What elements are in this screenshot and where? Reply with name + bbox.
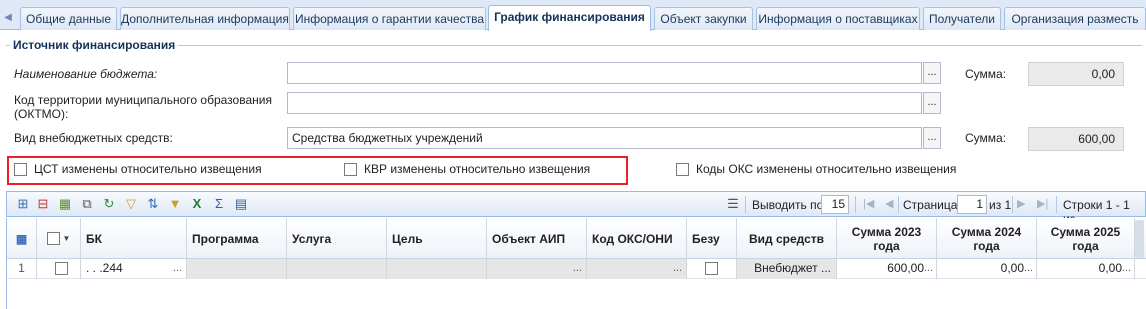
oktmo-label: Код территории муниципального образовани… bbox=[14, 93, 272, 121]
sort-icon[interactable]: ⇅ bbox=[145, 196, 161, 212]
col-free[interactable]: Безу bbox=[687, 218, 737, 259]
delete-row-icon[interactable]: ⊟ bbox=[35, 196, 51, 212]
service-cell bbox=[287, 259, 387, 279]
bk-value: . . .244 bbox=[86, 261, 123, 275]
sum-2023-value: 600,00 bbox=[887, 261, 924, 275]
oks-changed-checkbox[interactable] bbox=[676, 163, 689, 176]
refresh-icon[interactable]: ↻ bbox=[101, 196, 117, 212]
last-page-icon[interactable]: ▶| bbox=[1037, 197, 1048, 210]
tab-placement-org[interactable]: Организация разместь bbox=[1004, 7, 1146, 30]
col-service[interactable]: Услуга bbox=[287, 218, 387, 259]
page-label: Страница bbox=[903, 198, 958, 212]
output-label: Выводить по bbox=[752, 198, 824, 212]
grid-toolbar: ⊞ ⊟ ▦ ⧉ ↻ ▽ ⇅ ▼ X Σ ▤ ☰ Выводить по 15 |… bbox=[6, 191, 1146, 226]
insert-table-icon[interactable]: ▦ bbox=[57, 196, 73, 212]
toolbar-separator bbox=[1012, 196, 1013, 213]
table-row[interactable]: 1 . . .244 ... ... ... Внебюджет ... 600… bbox=[6, 259, 1146, 279]
copy-icon[interactable]: ⧉ bbox=[79, 196, 95, 212]
sum-2024-cell[interactable]: 0,00 ... bbox=[937, 259, 1037, 279]
col-program[interactable]: Программа bbox=[187, 218, 287, 259]
toolbar-separator bbox=[1056, 196, 1057, 213]
bk-select-button[interactable]: ... bbox=[173, 259, 182, 278]
row-checkbox[interactable] bbox=[55, 262, 68, 275]
extra-funds-label: Вид внебюджетных средств: bbox=[14, 131, 173, 145]
sum-2023-cell[interactable]: 600,00 ... bbox=[837, 259, 937, 279]
sum-2025-value: 0,00 bbox=[1098, 261, 1122, 275]
row-number: 1 bbox=[7, 259, 37, 279]
budget-name-select-button[interactable]: ... bbox=[923, 62, 941, 84]
sum-value-2: 600,00 bbox=[1028, 127, 1124, 151]
columns-menu-icon[interactable]: ▦ bbox=[7, 218, 37, 259]
toolbar-separator bbox=[855, 196, 856, 213]
page-size-icon: ☰ bbox=[727, 196, 739, 211]
extra-funds-input[interactable]: Средства бюджетных учреждений bbox=[287, 127, 922, 149]
extra-funds-select-button[interactable]: ... bbox=[923, 127, 941, 149]
next-page-icon[interactable]: ▶ bbox=[1017, 197, 1025, 210]
add-row-icon[interactable]: ⊞ bbox=[15, 196, 31, 212]
grid-body bbox=[6, 279, 1146, 309]
free-checkbox[interactable] bbox=[705, 262, 718, 275]
select-all-checkbox[interactable] bbox=[46, 232, 60, 245]
page-count: из 1 bbox=[989, 198, 1012, 212]
table-settings-icon[interactable]: ▤ bbox=[233, 196, 249, 212]
budget-name-label: Наименование бюджета: bbox=[14, 67, 158, 81]
oktmo-select-button[interactable]: ... bbox=[923, 92, 941, 114]
sum-icon[interactable]: Σ bbox=[211, 196, 227, 212]
oktmo-input[interactable] bbox=[287, 92, 922, 114]
col-sum-2024[interactable]: Сумма 2024 года bbox=[937, 218, 1037, 259]
sum-2025-cell[interactable]: 0,00 ... bbox=[1037, 259, 1135, 279]
tab-bar: ◀ Общие данные Дополнительная информация… bbox=[0, 0, 1146, 31]
sum-2025-button[interactable]: ... bbox=[1122, 259, 1131, 278]
oks-select-button[interactable]: ... bbox=[673, 259, 682, 278]
tab-quality-guarantee[interactable]: Информация о гарантии качества bbox=[293, 7, 486, 30]
toolbar-separator bbox=[745, 196, 746, 213]
first-page-icon[interactable]: |◀ bbox=[863, 197, 874, 210]
sum-label-2: Сумма: bbox=[965, 131, 1007, 145]
tab-additional-info[interactable]: Дополнительная информация bbox=[120, 7, 290, 30]
vertical-scrollbar[interactable] bbox=[1135, 220, 1144, 258]
toolbar-separator bbox=[898, 196, 899, 213]
program-cell bbox=[187, 259, 287, 279]
grid-header: ▦ ▼ БК Программа Услуга Цель Объект АИП … bbox=[6, 218, 1146, 259]
sum-2024-value: 0,00 bbox=[1000, 261, 1024, 275]
col-sum-2023[interactable]: Сумма 2023 года bbox=[837, 218, 937, 259]
tab-supplier-info[interactable]: Информация о поставщиках bbox=[756, 7, 920, 30]
excel-export-icon[interactable]: X bbox=[189, 196, 205, 212]
row-select-cell[interactable] bbox=[37, 259, 81, 279]
goal-cell bbox=[387, 259, 487, 279]
sum-value-1: 0,00 bbox=[1028, 62, 1124, 86]
filter-icon[interactable]: ▽ bbox=[123, 196, 139, 212]
sum-2024-button[interactable]: ... bbox=[1024, 259, 1033, 278]
sum-label-1: Сумма: bbox=[965, 67, 1007, 81]
col-goal[interactable]: Цель bbox=[387, 218, 487, 259]
fund-type-cell[interactable]: Внебюджет ... bbox=[737, 259, 837, 279]
aip-select-button[interactable]: ... bbox=[573, 259, 582, 278]
col-fund-type[interactable]: Вид средств bbox=[737, 218, 837, 259]
funding-source-legend: Источник финансирования bbox=[10, 38, 179, 52]
chevron-down-icon[interactable]: ▼ bbox=[63, 232, 71, 246]
tab-procurement-object[interactable]: Объект закупки bbox=[654, 7, 753, 30]
clear-filter-icon[interactable]: ▼ bbox=[167, 196, 183, 212]
oks-changed-label: Коды ОКС изменены относительно извещения bbox=[696, 162, 957, 176]
col-aip-object[interactable]: Объект АИП bbox=[487, 218, 587, 259]
tab-recipients[interactable]: Получатели bbox=[923, 7, 1001, 30]
sum-2023-button[interactable]: ... bbox=[924, 259, 933, 278]
tab-financing-schedule[interactable]: График финансирования bbox=[488, 5, 651, 31]
page-number-input[interactable]: 1 bbox=[957, 195, 987, 214]
highlight-box bbox=[7, 156, 628, 185]
col-bk[interactable]: БК bbox=[81, 218, 187, 259]
free-cell[interactable] bbox=[687, 259, 737, 279]
bk-cell[interactable]: . . .244 ... bbox=[81, 259, 187, 279]
tab-scroll-left-icon[interactable]: ◀ bbox=[0, 7, 16, 29]
page-size-input[interactable]: 15 bbox=[821, 195, 849, 214]
oks-cell[interactable]: ... bbox=[587, 259, 687, 279]
budget-name-input[interactable] bbox=[287, 62, 922, 84]
select-all-header[interactable]: ▼ bbox=[37, 218, 81, 259]
col-oks-code[interactable]: Код ОКС/ОНИ bbox=[587, 218, 687, 259]
col-sum-2025[interactable]: Сумма 2025 года bbox=[1037, 218, 1135, 259]
tab-general[interactable]: Общие данные bbox=[20, 7, 117, 30]
aip-cell[interactable]: ... bbox=[487, 259, 587, 279]
prev-page-icon[interactable]: ◀ bbox=[885, 197, 893, 210]
